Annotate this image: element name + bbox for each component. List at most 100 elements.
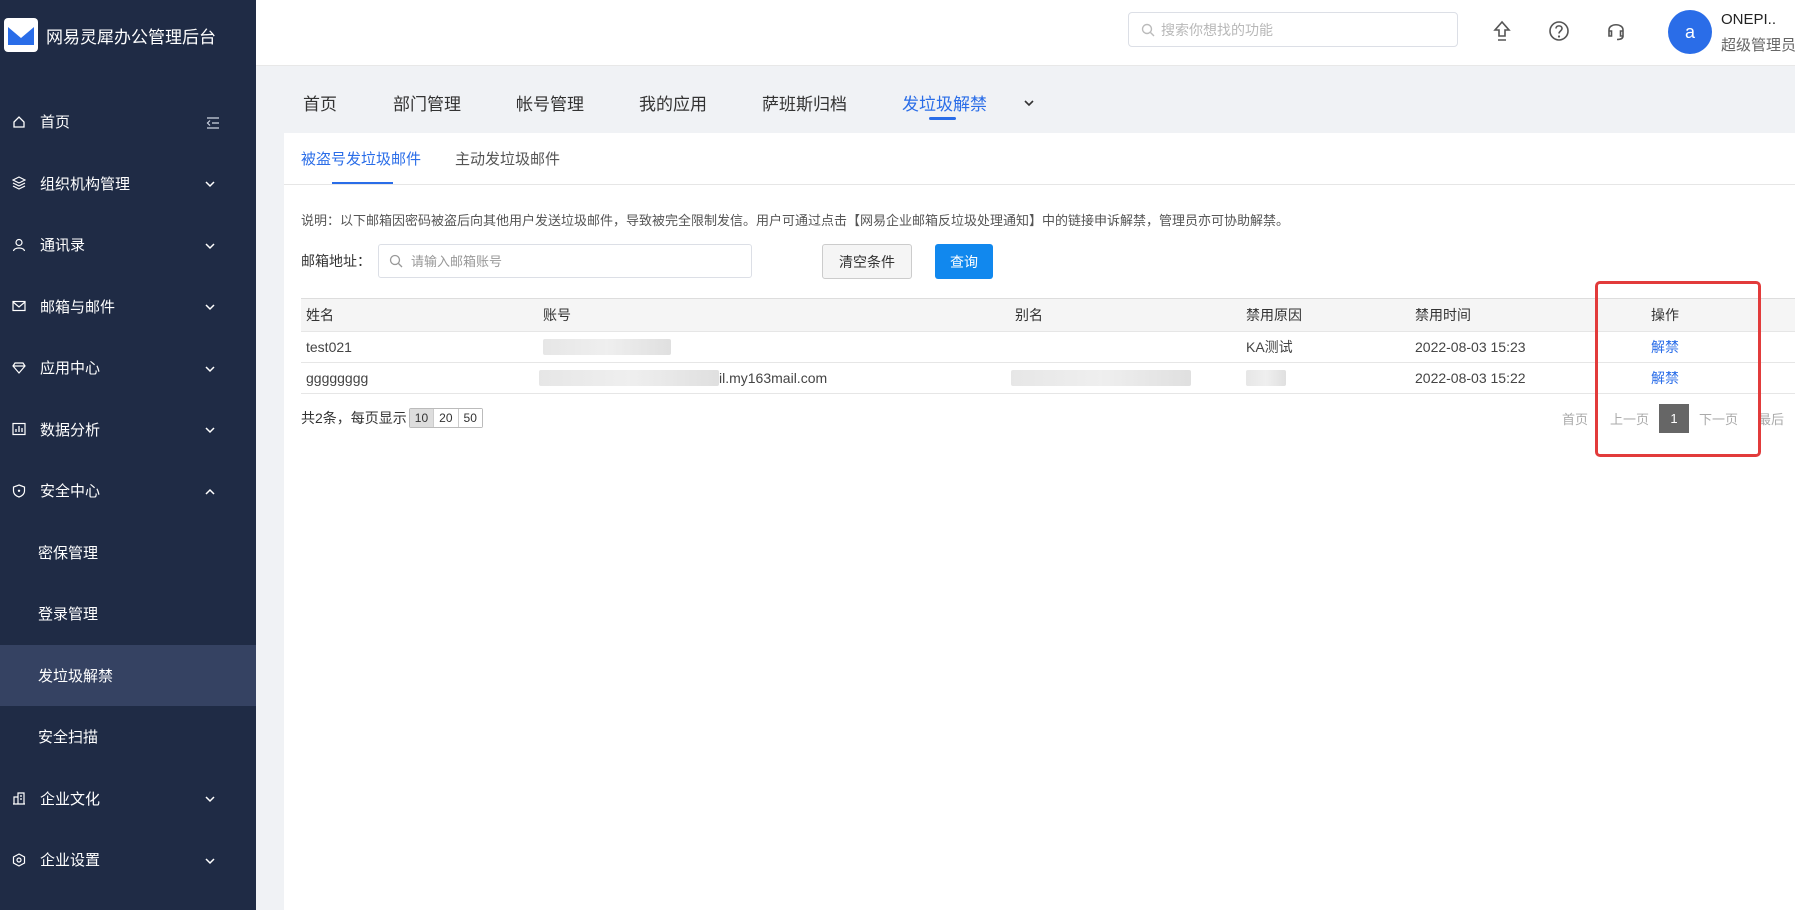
chevron-up-icon [204,485,216,497]
avatar[interactable]: a [1668,10,1712,54]
chart-icon [12,422,26,436]
total-count-text: 共2条，每页显示 [301,410,407,426]
sidebar-item-settings[interactable]: 企业设置 [0,829,256,891]
chevron-down-icon [204,362,216,374]
redacted-account [543,339,671,355]
function-search-input[interactable]: 搜索你想找的功能 [1128,12,1458,47]
chevron-down-icon[interactable] [1022,96,1036,110]
sidebar-menu: 首页 组织机构管理 通讯录 邮箱与邮件 应用中心 数据分析 安全中心 密保管理 … [0,91,256,891]
chevron-down-icon [204,239,216,251]
sidebar-item-home[interactable]: 首页 [0,91,256,153]
search-placeholder: 搜索你想找的功能 [1161,21,1273,38]
app-title: 网易灵犀办公管理后台 [46,27,216,47]
sidebar-item-security[interactable]: 安全中心 [0,460,256,522]
next-page-button[interactable]: 下一页 [1699,409,1738,428]
table-header: 姓名 账号 别名 禁用原因 禁用时间 操作 [301,298,1795,332]
tab-department-management[interactable]: 部门管理 [393,90,461,115]
page-size-option[interactable]: 50 [458,409,482,427]
current-page[interactable]: 1 [1659,404,1689,433]
unblock-link[interactable]: 解禁 [1651,368,1679,388]
sidebar-item-label: 通讯录 [40,237,86,255]
chevron-down-icon [204,300,216,312]
customer-service-icon[interactable] [1603,18,1629,44]
tab-sox-archive[interactable]: 萨班斯归档 [762,90,847,115]
user-name[interactable]: ONEPI.. [1721,11,1776,28]
query-button[interactable]: 查询 [935,244,993,279]
pagination-summary: 共2条，每页显示 10 20 50 [301,408,483,428]
column-header-block-time: 禁用时间 [1415,307,1471,323]
active-tab-indicator [929,117,956,120]
last-page-button[interactable]: 最后 [1758,409,1784,428]
prev-page-button[interactable]: 上一页 [1610,409,1649,428]
help-icon[interactable] [1546,18,1572,44]
email-search-field[interactable] [378,244,752,278]
cell-block-reason: KA测试 [1246,339,1293,355]
sidebar-item-label: 数据分析 [40,421,101,439]
brand: 网易灵犀办公管理后台 [0,0,256,70]
sidebar: 网易灵犀办公管理后台 首页 组织机构管理 通讯录 邮箱与邮件 应用中心 数据分析… [0,0,256,910]
chevron-down-icon [204,177,216,189]
first-page-button[interactable]: 首页 [1562,409,1588,428]
blocked-accounts-table: 姓名 账号 别名 禁用原因 禁用时间 操作 test021 KA测试 2022-… [301,298,1795,394]
user-icon [12,238,26,252]
page-size-selector: 10 20 50 [408,408,483,428]
tab-account-management[interactable]: 帐号管理 [516,90,584,115]
tab-my-apps[interactable]: 我的应用 [639,90,707,115]
search-icon [1141,23,1155,36]
sidebar-item-label: 安全扫描 [38,729,99,747]
sidebar-item-label: 组织机构管理 [40,175,131,193]
settings-icon [12,853,26,867]
logo-icon [4,18,38,52]
sidebar-item-security-scan[interactable]: 安全扫描 [0,706,256,768]
subtab-active-spam[interactable]: 主动发垃圾邮件 [455,148,560,169]
sidebar-item-label: 密保管理 [38,544,99,562]
sidebar-item-label: 安全中心 [40,483,101,501]
cell-block-time: 2022-08-03 15:22 [1415,370,1526,386]
sidebar-item-login-management[interactable]: 登录管理 [0,583,256,645]
sidebar-item-label: 企业文化 [40,790,101,808]
user-role: 超级管理员 [1721,37,1795,54]
sidebar-item-mail[interactable]: 邮箱与邮件 [0,276,256,338]
home-icon [12,115,26,129]
sidebar-item-analytics[interactable]: 数据分析 [0,399,256,461]
chevron-down-icon [204,423,216,435]
tab-home[interactable]: 首页 [303,90,337,115]
search-icon [389,254,403,268]
clear-conditions-button[interactable]: 清空条件 [822,244,912,279]
description-note: 说明：以下邮箱因密码被盗后向其他用户发送垃圾邮件，导致被完全限制发信。用户可通过… [301,213,1290,228]
unblock-link[interactable]: 解禁 [1651,337,1679,357]
sidebar-item-label: 登录管理 [38,606,99,624]
column-header-account: 账号 [543,307,571,323]
upload-icon[interactable] [1489,18,1515,44]
sidebar-item-security-questions[interactable]: 密保管理 [0,522,256,584]
sidebar-item-label: 应用中心 [40,360,101,378]
page-size-option[interactable]: 20 [434,409,459,427]
sidebar-item-label: 邮箱与邮件 [40,298,116,316]
mail-icon [12,299,26,313]
subtab-stolen-account-spam[interactable]: 被盗号发垃圾邮件 [301,148,421,169]
shield-icon [12,484,26,498]
column-header-alias: 别名 [1015,307,1043,323]
sidebar-item-label: 首页 [40,114,71,132]
redacted-block-reason [1246,370,1286,386]
email-address-label: 邮箱地址： [301,253,371,269]
sidebar-item-apps[interactable]: 应用中心 [0,337,256,399]
table-row: gggggggg il.my163mail.com 2022-08-03 15:… [301,363,1795,394]
page-size-option[interactable]: 10 [409,409,435,427]
table-row: test021 KA测试 2022-08-03 15:23 解禁 [301,332,1795,363]
email-search-input[interactable] [411,253,731,269]
layers-icon [12,176,26,190]
sidebar-item-org[interactable]: 组织机构管理 [0,153,256,215]
divider [284,184,1795,185]
tab-spam-unblock[interactable]: 发垃圾解禁 [902,90,987,115]
column-header-name: 姓名 [306,307,334,323]
sidebar-item-culture[interactable]: 企业文化 [0,768,256,830]
diamond-icon [12,361,26,375]
collapse-menu-icon[interactable] [206,116,219,129]
sidebar-item-label: 企业设置 [40,852,101,870]
sidebar-item-contacts[interactable]: 通讯录 [0,214,256,276]
cell-account: il.my163mail.com [719,370,828,386]
cell-name: gggggggg [306,370,369,386]
sidebar-item-spam-unblock[interactable]: 发垃圾解禁 [0,644,256,706]
sidebar-item-label: 发垃圾解禁 [38,667,114,685]
